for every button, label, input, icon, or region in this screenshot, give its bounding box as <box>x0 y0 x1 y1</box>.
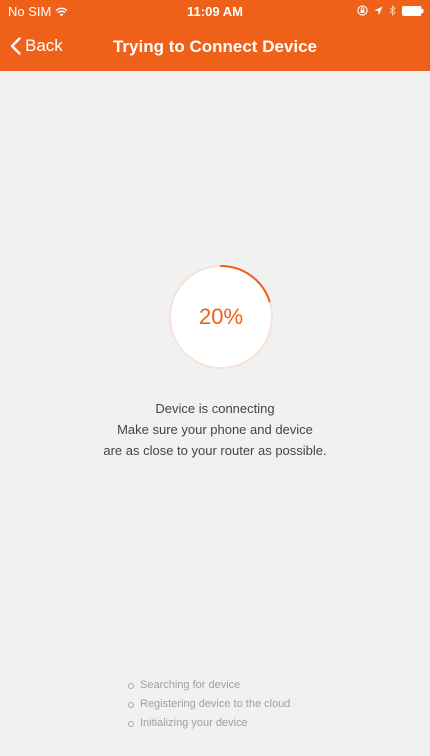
step-label: Registering device to the cloud <box>140 698 291 710</box>
circle-bullet-icon <box>128 720 134 727</box>
chevron-left-icon <box>10 37 21 55</box>
message-line-1: Device is connecting <box>155 401 275 416</box>
connection-steps: Searching for device Registering device … <box>128 676 290 733</box>
page-title: Trying to Connect Device <box>112 37 318 56</box>
message-line-2: Make sure your phone and device <box>117 422 313 437</box>
bluetooth-icon <box>389 5 396 16</box>
back-button[interactable]: Back <box>10 36 63 56</box>
back-label: Back <box>25 36 63 55</box>
message-line-3: are as close to your router as possible. <box>103 443 327 458</box>
step-label: Initializing your device <box>140 717 248 729</box>
orientation-lock-icon <box>357 5 368 16</box>
step-item: Searching for device <box>128 676 290 695</box>
step-item: Initializing your device <box>128 714 290 733</box>
location-arrow-icon <box>374 6 383 15</box>
circle-bullet-icon <box>128 682 134 689</box>
circle-bullet-icon <box>128 701 134 708</box>
status-icons <box>357 5 424 16</box>
navigation-bar: Back Trying to Connect Device <box>0 22 430 71</box>
battery-icon <box>402 5 424 16</box>
step-label: Searching for device <box>140 679 241 691</box>
status-bar: No SIM 11:09 AM <box>0 0 430 22</box>
progress-percentage: 20% <box>198 304 244 329</box>
connection-message: Device is connecting Make sure your phon… <box>0 398 430 461</box>
step-item: Registering device to the cloud <box>128 695 290 714</box>
header: No SIM 11:09 AM Back Trying to Connect D… <box>0 0 430 71</box>
